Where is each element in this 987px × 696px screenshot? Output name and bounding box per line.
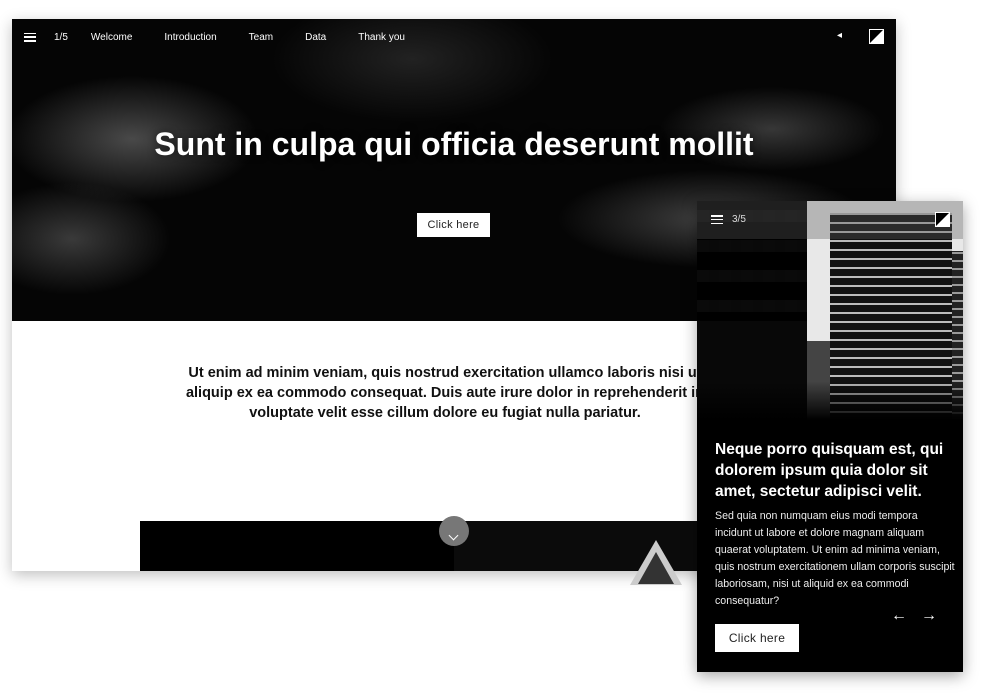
mobile-title: Neque porro quisquam est, qui dolorem ip… bbox=[715, 441, 944, 500]
nav-thank-you[interactable]: Thank you bbox=[358, 32, 405, 43]
menu-icon[interactable] bbox=[24, 32, 36, 42]
menu-icon[interactable] bbox=[711, 215, 723, 224]
contrast-icon[interactable] bbox=[869, 29, 884, 44]
building-photo bbox=[697, 201, 963, 420]
hero-click-button[interactable]: Click here bbox=[417, 213, 490, 237]
nav-introduction[interactable]: Introduction bbox=[164, 32, 216, 43]
speaker-icon[interactable]: ◂ bbox=[837, 30, 842, 41]
next-section-preview bbox=[140, 521, 710, 571]
arrow-left-icon[interactable]: ← bbox=[891, 607, 907, 625]
slide-counter: 3/5 bbox=[732, 214, 746, 225]
slide-counter: 1/5 bbox=[54, 31, 68, 43]
contrast-icon[interactable] bbox=[935, 212, 950, 227]
arrow-right-icon[interactable]: → bbox=[921, 607, 937, 625]
nav-team[interactable]: Team bbox=[249, 32, 273, 43]
nav-data[interactable]: Data bbox=[305, 32, 326, 43]
top-nav: 1/5 Welcome Introduction Team Data Thank… bbox=[12, 19, 896, 55]
hero-title: Sunt in culpa qui officia deserunt molli… bbox=[154, 126, 754, 162]
nav-welcome[interactable]: Welcome bbox=[91, 32, 133, 43]
body-paragraph: Ut enim ad minim veniam, quis nostrud ex… bbox=[185, 365, 705, 421]
mobile-preview: 3/5 Neque porro quisquam est, qui dolore… bbox=[697, 201, 963, 672]
mobile-click-button[interactable]: Click here bbox=[715, 624, 799, 652]
mobile-text: Sed quia non numquam eius modi tempora i… bbox=[715, 510, 955, 607]
